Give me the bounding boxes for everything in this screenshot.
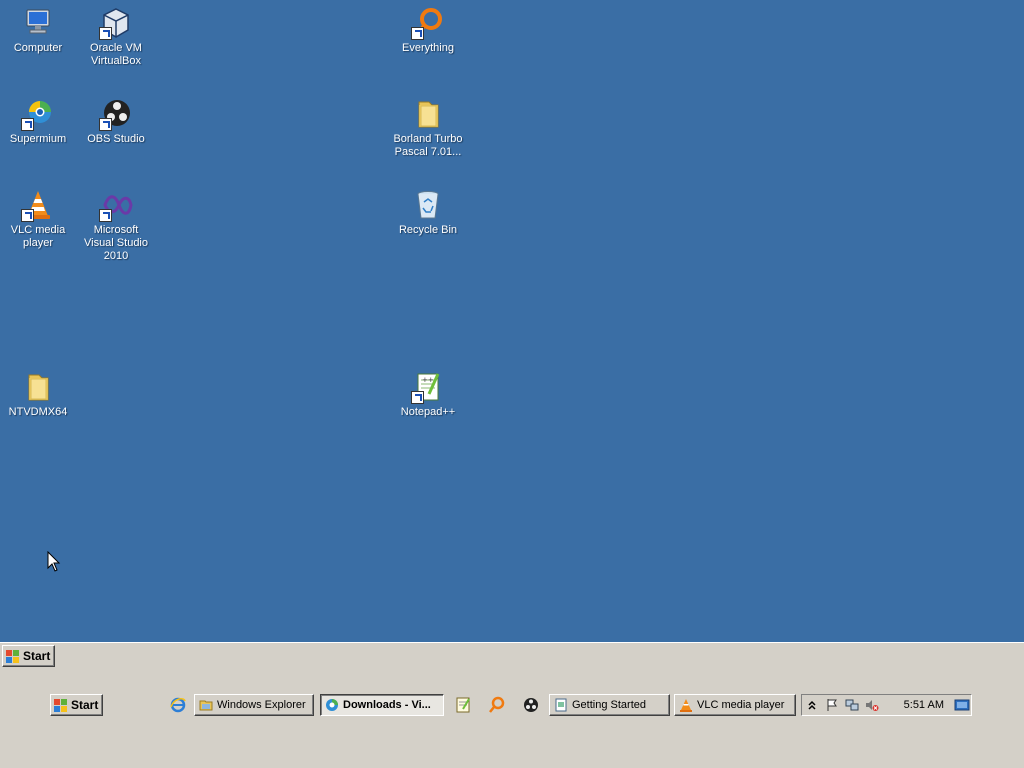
search-magnifier-icon[interactable] [488, 696, 506, 714]
clock[interactable]: 5:51 AM [904, 699, 944, 711]
shortcut-arrow-icon [411, 27, 424, 40]
desktop-icon-label: Oracle VM VirtualBox [90, 42, 142, 67]
everything-search-icon [411, 6, 445, 40]
folder-icon [411, 97, 445, 131]
windows-logo-icon [54, 698, 68, 712]
action-center-flag-icon[interactable] [825, 698, 839, 712]
desktop-icon-visual-studio[interactable]: Microsoft Visual Studio 2010 [78, 184, 154, 263]
system-tray: 5:51 AM [801, 694, 972, 716]
start-label: Start [23, 649, 51, 663]
computer-icon [21, 6, 55, 40]
desktop-icon-label: Supermium [9, 133, 67, 145]
taskbar-button-label: Downloads - Vi... [343, 699, 431, 711]
desktop-icon-ntvdmx64[interactable]: NTVDMX64 [0, 366, 76, 419]
desktop-icon-computer[interactable]: Computer [0, 2, 76, 55]
browser-icon [325, 698, 339, 712]
taskbar-button-getting-started[interactable]: Getting Started [549, 694, 670, 716]
notepad-icon[interactable] [454, 696, 472, 714]
desktop-icon-recycle-bin[interactable]: Recycle Bin [390, 184, 466, 237]
virtualbox-icon [99, 6, 133, 40]
desktop-icon-everything[interactable]: Everything [390, 2, 466, 55]
desktop-icon-vlc[interactable]: VLC media player [0, 184, 76, 250]
supermium-browser-icon [21, 97, 55, 131]
recycle-bin-icon [411, 188, 445, 222]
vlc-icon [679, 698, 693, 712]
taskbar-button-label: VLC media player [697, 699, 785, 711]
desktop-icon-label: OBS Studio [87, 133, 145, 145]
desktop-icon-label: Computer [13, 42, 63, 54]
shortcut-arrow-icon [411, 391, 424, 404]
expand-chevron-icon[interactable] [805, 698, 819, 712]
internet-explorer-icon[interactable] [169, 696, 187, 714]
desktop-icon-obs[interactable]: OBS Studio [78, 93, 154, 146]
desktop-icon-virtualbox[interactable]: Oracle VM VirtualBox [78, 2, 154, 68]
desktop-icon-turbo-pascal[interactable]: Borland Turbo Pascal 7.01... [390, 93, 466, 159]
obs-icon[interactable] [522, 696, 540, 714]
shortcut-arrow-icon [21, 118, 34, 131]
volume-muted-icon[interactable] [865, 698, 879, 712]
desktop: Computer Supermium VLC media player NTVD… [0, 0, 1024, 642]
mouse-pointer-icon [47, 550, 61, 576]
desktop-icon-label: Everything [402, 42, 454, 54]
shortcut-arrow-icon [21, 209, 34, 222]
taskbar-top: Start [0, 642, 1024, 673]
desktop-icon-supermium[interactable]: Supermium [0, 93, 76, 146]
taskbar-bottom: Start Windows Explorer Downloads - Vi... [0, 672, 1024, 768]
document-icon [554, 698, 568, 712]
desktop-icon-label: Recycle Bin [398, 224, 458, 236]
taskbar-button-label: Getting Started [572, 699, 646, 711]
explorer-folder-icon [199, 698, 213, 712]
shortcut-arrow-icon [99, 27, 112, 40]
notepadplusplus-icon: ++ [411, 370, 445, 404]
desktop-icon-label: Microsoft Visual Studio 2010 [83, 224, 148, 262]
taskbar-button-windows-explorer[interactable]: Windows Explorer [194, 694, 314, 716]
start-button-top[interactable]: Start [2, 645, 56, 667]
svg-text:++: ++ [422, 376, 434, 384]
obs-studio-icon [99, 97, 133, 131]
shortcut-arrow-icon [99, 209, 112, 222]
desktop-icon-label: Borland Turbo Pascal 7.01... [393, 133, 463, 158]
desktop-icon-notepadpp[interactable]: ++ Notepad++ [390, 366, 466, 419]
desktop-icon-label: VLC media player [10, 224, 66, 249]
start-label: Start [71, 698, 99, 712]
desktop-icon-label: Notepad++ [400, 406, 456, 418]
vlc-cone-icon [21, 188, 55, 222]
folder-icon [21, 370, 55, 404]
shortcut-arrow-icon [99, 118, 112, 131]
visual-studio-icon [99, 188, 133, 222]
taskbar-button-label: Windows Explorer [217, 699, 306, 711]
start-button[interactable]: Start [50, 694, 104, 716]
taskbar-button-vlc[interactable]: VLC media player [674, 694, 796, 716]
windows-logo-icon [6, 649, 20, 663]
taskbar-button-downloads[interactable]: Downloads - Vi... [320, 694, 444, 716]
desktop-icon-label: NTVDMX64 [8, 406, 68, 418]
show-desktop-icon[interactable] [954, 698, 970, 712]
network-icon[interactable] [845, 698, 859, 712]
